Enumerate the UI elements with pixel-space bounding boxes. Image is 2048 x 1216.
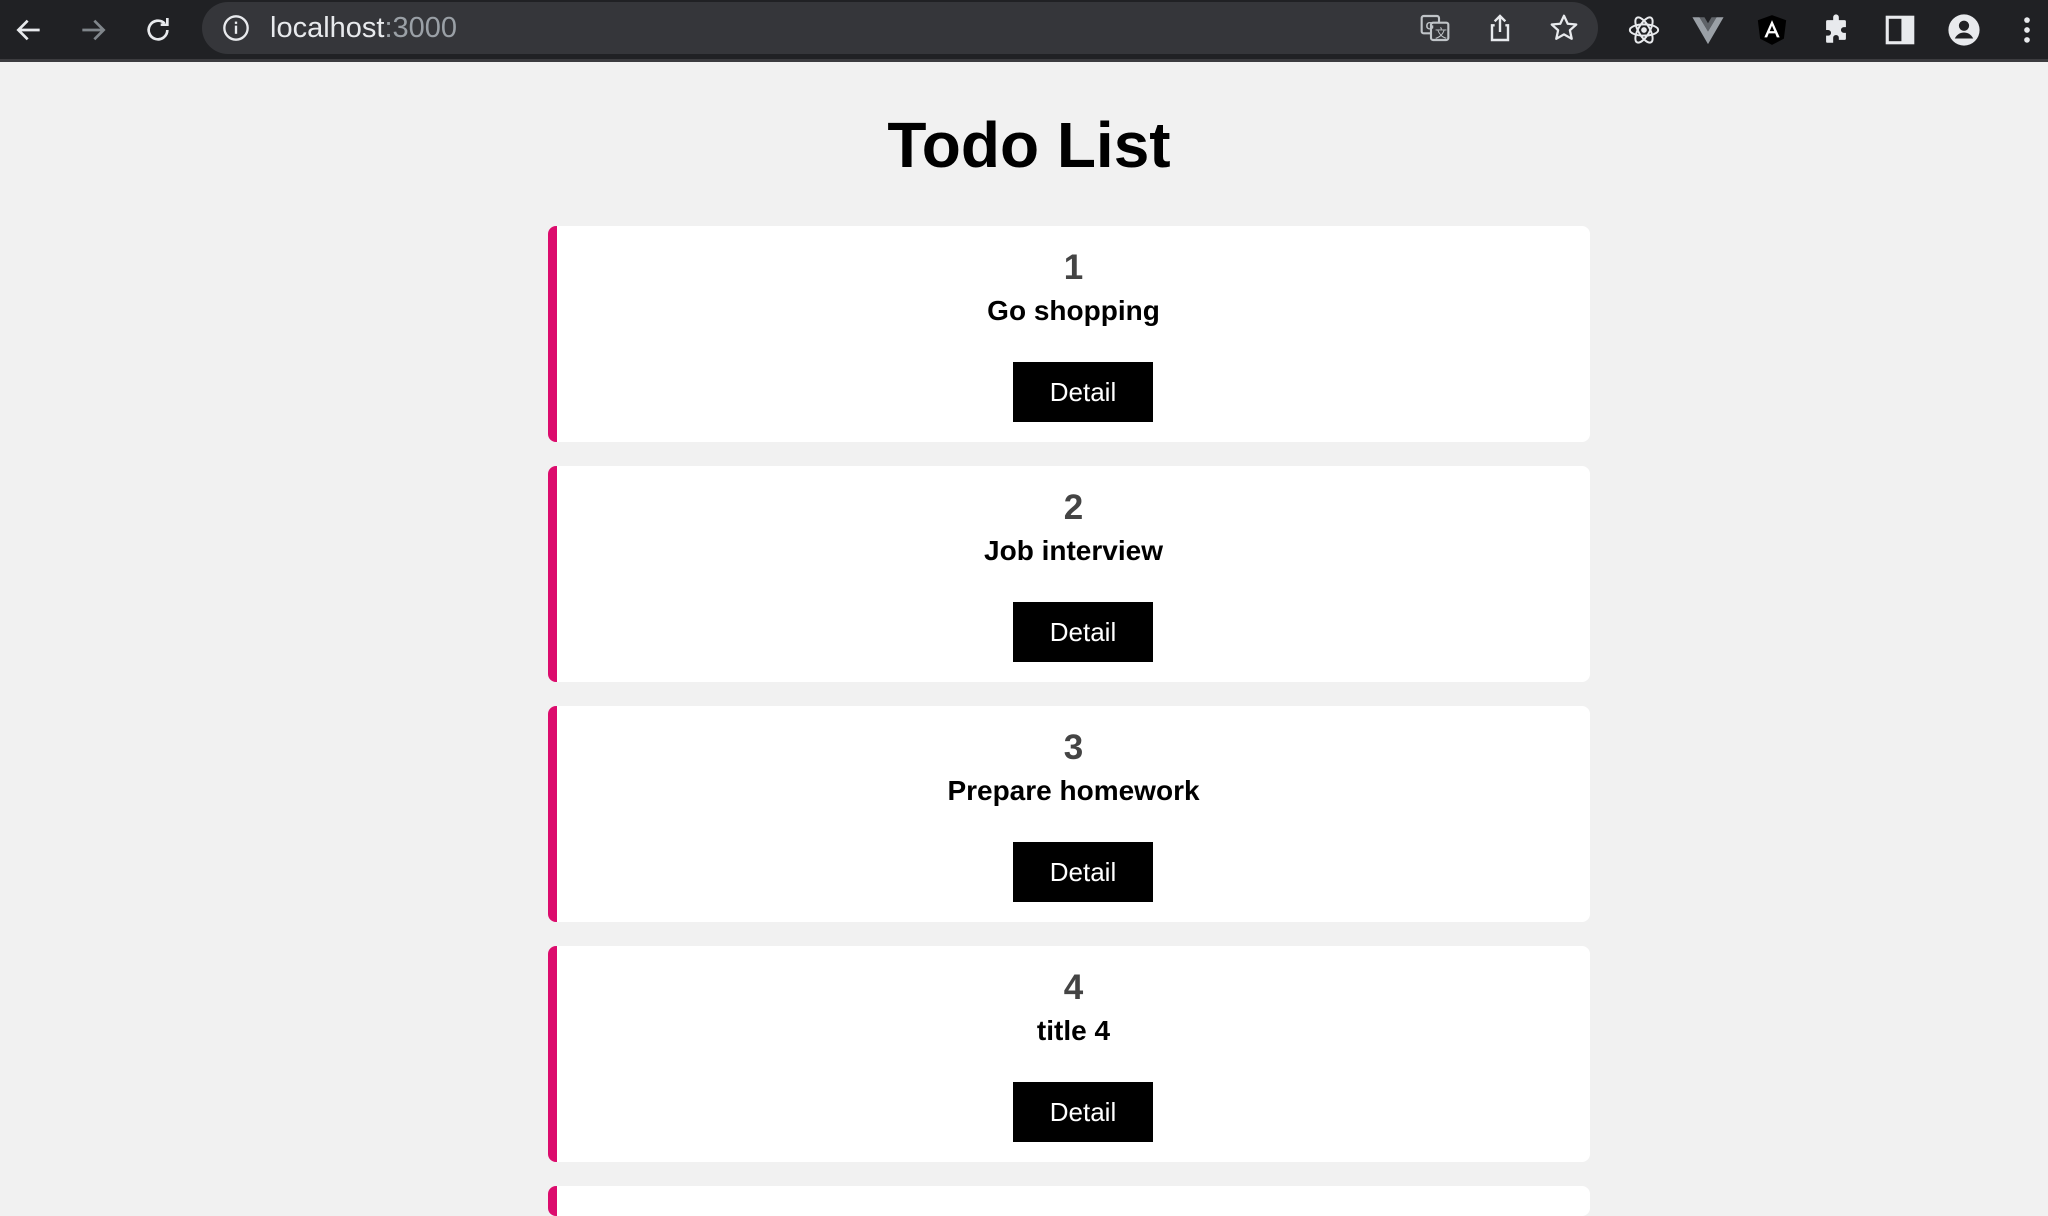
star-icon — [1550, 14, 1578, 40]
detail-button[interactable]: Detail — [1013, 602, 1153, 662]
url-host: localhost — [270, 12, 385, 44]
todo-id: 4 — [1063, 968, 1084, 1007]
todo-card: 3 Prepare homework Detail — [548, 706, 1590, 922]
todo-card: 4 title 4 Detail — [548, 946, 1590, 1162]
react-icon — [1628, 16, 1660, 44]
todo-card-partial — [548, 1186, 1590, 1216]
translate-button[interactable]: G 文 — [1418, 11, 1452, 45]
reload-icon — [147, 18, 169, 41]
detail-button[interactable]: Detail — [1013, 362, 1153, 422]
todo-title: Job interview — [984, 535, 1163, 566]
todo-card: 1 Go shopping Detail — [548, 226, 1590, 442]
angular-devtools-extension[interactable] — [1751, 9, 1793, 51]
back-button[interactable] — [5, 6, 53, 54]
vue-devtools-extension[interactable] — [1687, 9, 1729, 51]
url-text[interactable]: localhost:3000 — [270, 12, 457, 44]
side-panel-icon — [1885, 15, 1915, 45]
profile-icon — [1948, 14, 1980, 46]
svg-text:G: G — [1426, 20, 1434, 32]
detail-button[interactable]: Detail — [1013, 1082, 1153, 1142]
todo-card: 2 Job interview Detail — [548, 466, 1590, 682]
todo-list: 1 Go shopping Detail 2 Job interview Det… — [548, 226, 1590, 1216]
forward-button[interactable] — [69, 6, 117, 54]
browser-toolbar: localhost:3000 G 文 — [0, 0, 2048, 62]
forward-arrow-icon — [82, 19, 106, 41]
side-panel-button[interactable] — [1879, 9, 1921, 51]
react-devtools-extension[interactable] — [1623, 9, 1665, 51]
url-port: :3000 — [384, 12, 458, 44]
angular-icon — [1757, 15, 1787, 45]
todo-title: title 4 — [1036, 1015, 1111, 1046]
svg-text:文: 文 — [1435, 25, 1447, 40]
todo-title: Prepare homework — [947, 775, 1200, 806]
extensions-button[interactable] — [1815, 9, 1857, 51]
profile-button[interactable] — [1943, 9, 1985, 51]
address-bar[interactable]: localhost:3000 G 文 — [202, 2, 1598, 54]
share-button[interactable] — [1483, 11, 1517, 45]
info-icon[interactable] — [222, 14, 250, 42]
todo-title: Go shopping — [987, 295, 1160, 326]
translate-icon: G 文 — [1420, 14, 1450, 42]
vue-icon — [1692, 17, 1724, 45]
share-icon — [1490, 14, 1510, 42]
page-title: Todo List — [887, 109, 1171, 181]
todo-id: 2 — [1063, 488, 1084, 527]
todo-id: 3 — [1063, 728, 1084, 767]
kebab-menu-icon — [2024, 17, 2030, 43]
puzzle-icon — [1826, 14, 1846, 43]
reload-button[interactable] — [134, 6, 182, 54]
back-arrow-icon — [16, 19, 40, 41]
browser-menu-button[interactable] — [2007, 9, 2047, 51]
todo-id: 1 — [1063, 248, 1084, 287]
bookmark-button[interactable] — [1547, 11, 1581, 45]
detail-button[interactable]: Detail — [1013, 842, 1153, 902]
